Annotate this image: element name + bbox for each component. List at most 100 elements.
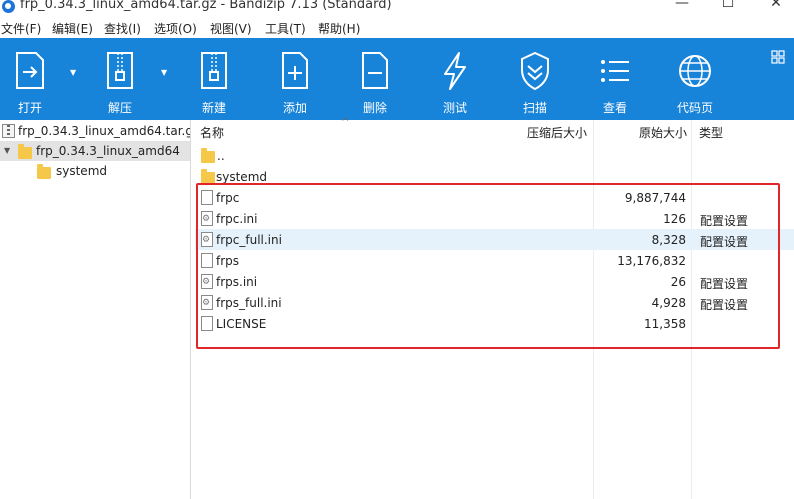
file-size: 11,358 [644, 317, 686, 331]
column-header-original[interactable]: 原始大小 [639, 124, 687, 141]
test-button[interactable]: 测试 [425, 44, 485, 116]
shield-icon [521, 51, 549, 91]
test-label: 测试 [442, 101, 467, 115]
file-icon [201, 190, 213, 205]
menu-file[interactable]: 文件(F) [1, 20, 41, 37]
folder-icon [37, 164, 51, 179]
delete-label: 删除 [362, 101, 387, 115]
tree-item-systemd[interactable]: systemd [0, 161, 190, 181]
column-header-type[interactable]: 类型 [699, 124, 723, 141]
file-type: 配置设置 [700, 235, 749, 249]
file-size: 9,887,744 [624, 191, 686, 205]
tree-item-label: frp_0.34.3_linux_amd64 [36, 144, 180, 158]
file-name: frpc [216, 191, 240, 205]
folder-icon [201, 169, 215, 184]
codepage-label: 代码页 [676, 101, 713, 115]
settings-file-icon [201, 295, 213, 310]
minimize-button[interactable]: — [668, 0, 696, 14]
folder-tree: frp_0.34.3_linux_amd64.tar.gz ▼ frp_0.34… [0, 120, 199, 499]
extract-label: 解压 [107, 101, 132, 115]
file-name: frps [216, 254, 240, 268]
globe-icon [679, 55, 711, 87]
file-size: 13,176,832 [617, 254, 686, 268]
settings-file-icon [201, 274, 213, 289]
menu-help[interactable]: 帮助(H) [318, 20, 360, 37]
bandizip-logo-icon [2, 0, 15, 13]
settings-file-icon [201, 232, 213, 247]
list-item-parent[interactable]: .. [195, 145, 794, 166]
file-type: 配置设置 [700, 298, 749, 312]
list-item-file[interactable]: frpc_full.ini 8,328 配置设置 [195, 229, 794, 250]
file-name: frpc.ini [216, 212, 258, 226]
file-size: 126 [663, 212, 686, 226]
folder-icon [18, 144, 32, 159]
scan-button[interactable]: 扫描 [505, 44, 565, 116]
list-item-file[interactable]: frpc.ini 126 配置设置 [195, 208, 794, 229]
menu-edit[interactable]: 编辑(E) [52, 20, 93, 37]
file-type: 配置设置 [700, 277, 749, 291]
column-header-compressed[interactable]: 压缩后大小 [527, 124, 587, 141]
codepage-button[interactable]: 代码页 [665, 44, 725, 116]
expand-arrow-icon[interactable]: ▼ [4, 146, 10, 155]
view-button[interactable]: 查看 [585, 44, 645, 116]
list-item-file[interactable]: frps_full.ini 4,928 配置设置 [195, 292, 794, 313]
open-dropdown-arrow-icon[interactable]: ▼ [70, 68, 76, 77]
new-archive-icon [201, 52, 227, 89]
folder-icon [201, 148, 215, 163]
bandizip-window: frp_0.34.3_linux_amd64.tar.gz - Bandizip… [0, 0, 794, 499]
file-name: frps_full.ini [216, 296, 282, 310]
open-label: 打开 [17, 101, 42, 115]
open-icon [16, 52, 44, 89]
open-button[interactable]: 打开 [0, 44, 60, 116]
file-list: 名称 ^ 压缩后大小 原始大小 类型 .. systemd frpc 9,887… [191, 117, 794, 499]
file-icon [201, 253, 213, 268]
menu-bar: 文件(F) 编辑(E) 查找(I) 选项(O) 视图(V) 工具(T) 帮助(H… [0, 18, 794, 38]
extract-dropdown-arrow-icon[interactable]: ▼ [161, 68, 167, 77]
new-label: 新建 [201, 101, 226, 115]
archive-file-icon [2, 124, 15, 138]
list-view-icon [601, 60, 629, 82]
scan-label: 扫描 [522, 101, 547, 115]
sort-ascending-icon: ^ [341, 117, 350, 128]
settings-file-icon [201, 211, 213, 226]
title-bar: frp_0.34.3_linux_amd64.tar.gz - Bandizip… [0, 0, 794, 18]
tree-item-archive[interactable]: frp_0.34.3_linux_amd64.tar.gz [0, 121, 199, 141]
lightning-icon [444, 52, 466, 90]
file-size: 26 [670, 275, 686, 289]
add-file-icon [282, 52, 308, 89]
toolbar: 打开 ▼ 解压 ▼ 新建 添加 删除 测试 扫描 查看 代码页 [0, 38, 794, 120]
file-name: systemd [216, 170, 267, 184]
file-name: frpc_full.ini [216, 233, 282, 247]
add-button[interactable]: 添加 [265, 44, 325, 116]
add-label: 添加 [282, 101, 307, 115]
list-item-file[interactable]: frps.ini 26 配置设置 [195, 271, 794, 292]
file-type: 配置设置 [700, 214, 749, 228]
list-item-file[interactable]: frps 13,176,832 [195, 250, 794, 271]
window-title: frp_0.34.3_linux_amd64.tar.gz - Bandizip… [20, 0, 392, 12]
file-size: 8,328 [651, 233, 686, 247]
delete-file-icon [362, 52, 388, 89]
tree-item-folder[interactable]: ▼ frp_0.34.3_linux_amd64 [0, 141, 190, 161]
file-icon [201, 316, 213, 331]
extract-button[interactable]: 解压 [90, 44, 150, 116]
tree-item-label: frp_0.34.3_linux_amd64.tar.gz [18, 124, 200, 138]
menu-tools[interactable]: 工具(T) [265, 20, 306, 37]
menu-view[interactable]: 视图(V) [210, 20, 252, 37]
list-item-file[interactable]: LICENSE 11,358 [195, 313, 794, 334]
extract-icon [107, 52, 133, 89]
list-item-folder[interactable]: systemd [195, 166, 794, 187]
file-name: .. [217, 149, 225, 163]
new-button[interactable]: 新建 [184, 44, 244, 116]
delete-button[interactable]: 删除 [345, 44, 405, 116]
close-button[interactable]: ✕ [762, 0, 790, 14]
file-size: 4,928 [651, 296, 686, 310]
view-label: 查看 [602, 101, 627, 115]
maximize-button[interactable]: ☐ [714, 0, 742, 14]
file-name: LICENSE [216, 317, 267, 331]
column-header-name[interactable]: 名称 [200, 124, 224, 141]
tree-item-label: systemd [56, 164, 107, 178]
layout-grid-icon[interactable] [771, 50, 785, 64]
list-item-file[interactable]: frpc 9,887,744 [195, 187, 794, 208]
menu-options[interactable]: 选项(O) [154, 20, 197, 37]
menu-find[interactable]: 查找(I) [104, 20, 141, 37]
